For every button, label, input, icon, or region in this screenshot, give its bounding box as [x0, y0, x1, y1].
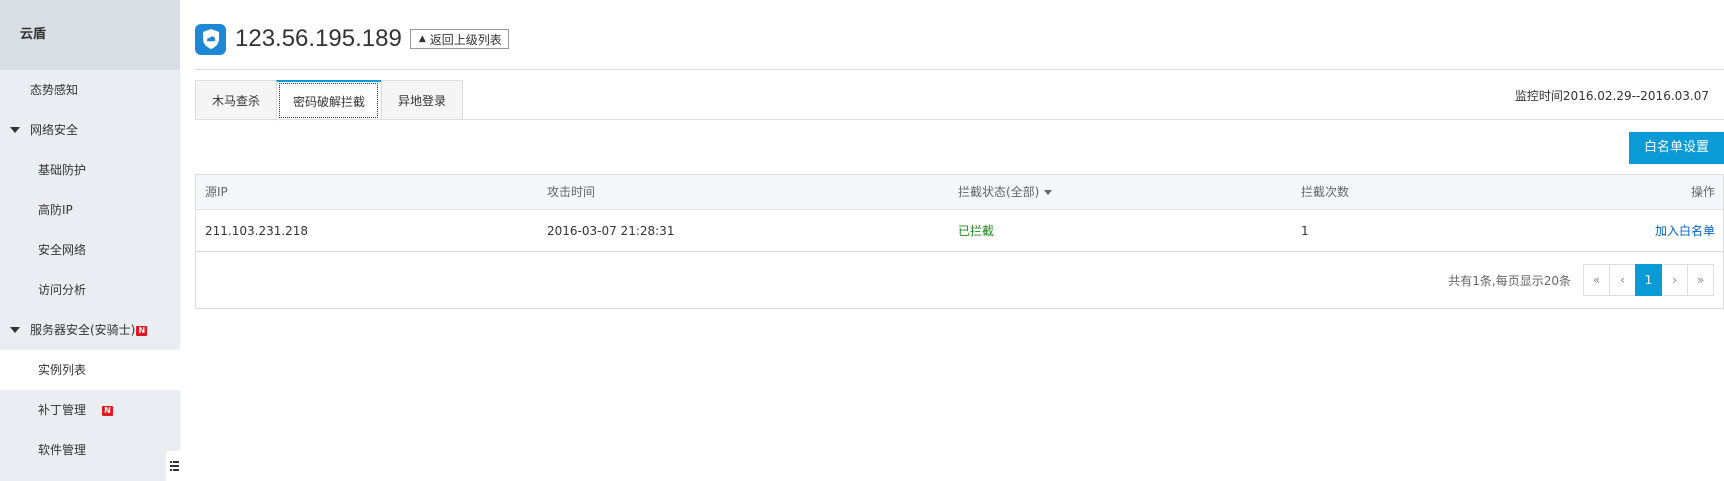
page-title: 123.56.195.189 — [235, 25, 402, 52]
sidebar-item-label: 软件管理 — [38, 443, 87, 457]
sidebar-item-patch-management[interactable]: 补丁管理 N — [0, 390, 180, 430]
sidebar-item-label: 基础防护 — [38, 163, 87, 177]
tab-bar: 木马查杀 密码破解拦截 异地登录 — [195, 80, 464, 121]
column-header-source-ip: 源IP — [205, 185, 228, 199]
sidebar: 云盾 态势感知 网络安全 基础防护 高防IP 安全网络 访问分析 服务器安全(安… — [0, 0, 180, 481]
sidebar-item-label: 服务器安全(安骑士) — [30, 323, 136, 337]
sidebar-item-access-analysis[interactable]: 访问分析 — [0, 270, 180, 310]
collapse-bar — [170, 469, 172, 471]
sidebar-item-situation-awareness[interactable]: 态势感知 — [0, 70, 180, 110]
pagination-row: 共有1条,每页显示20条 « ‹ 1 › » — [196, 252, 1723, 308]
sidebar-item-label: 高防IP — [38, 203, 73, 217]
intercept-table: 源IP 攻击时间 拦截状态(全部) 拦截次数 操作 211.103.231.21… — [195, 174, 1724, 309]
sidebar-item-software-management[interactable]: 软件管理 — [0, 430, 180, 470]
sidebar-item-label: 补丁管理 — [38, 403, 87, 417]
sidebar-item-label: 态势感知 — [30, 83, 79, 97]
cell-source-ip: 211.103.231.218 — [205, 224, 309, 238]
table-row: 211.103.231.218 2016-03-07 21:28:31 已拦截 … — [196, 210, 1723, 252]
pagination-summary: 共有1条,每页显示20条 — [1448, 274, 1571, 288]
sidebar-item-label: 网络安全 — [30, 123, 79, 137]
back-to-list-button[interactable]: ▲ 返回上级列表 — [409, 29, 509, 49]
sidebar-item-label: 访问分析 — [38, 283, 87, 297]
caret-down-icon — [10, 327, 20, 333]
add-to-whitelist-link[interactable]: 加入白名单 — [1655, 210, 1715, 252]
pagination: « ‹ 1 › » — [1583, 264, 1714, 296]
page-1-button[interactable]: 1 — [1635, 264, 1662, 296]
sidebar-collapse-icon[interactable] — [166, 451, 180, 481]
sidebar-item-secure-network[interactable]: 安全网络 — [0, 230, 180, 270]
caret-down-icon — [1044, 190, 1053, 195]
cell-status: 已拦截 — [958, 224, 995, 238]
cell-attack-time: 2016-03-07 21:28:31 — [547, 224, 675, 238]
up-arrow-icon: ▲ — [418, 34, 426, 44]
main-content: 123.56.195.189 ▲ 返回上级列表 木马查杀 密码破解拦截 异地登录… — [180, 0, 1724, 481]
next-page-button[interactable]: › — [1661, 264, 1688, 296]
collapse-bar — [170, 465, 179, 467]
last-page-button[interactable]: » — [1687, 264, 1714, 296]
back-button-label: 返回上级列表 — [429, 32, 502, 47]
new-badge-icon: N — [136, 325, 148, 336]
cell-count: 1 — [1301, 224, 1309, 238]
sidebar-item-high-defense-ip[interactable]: 高防IP — [0, 190, 180, 230]
column-header-status: 拦截状态(全部) — [958, 185, 1040, 199]
column-header-attack-time: 攻击时间 — [547, 185, 596, 199]
tab-password-crack-block[interactable]: 密码破解拦截 — [276, 80, 382, 121]
caret-down-icon — [10, 127, 20, 133]
sidebar-group-server-security[interactable]: 服务器安全(安骑士) N — [0, 310, 180, 350]
first-page-button[interactable]: « — [1583, 264, 1610, 296]
sidebar-header: 云盾 — [0, 0, 180, 70]
column-header-action: 操作 — [1690, 185, 1715, 199]
column-header-count: 拦截次数 — [1301, 185, 1350, 199]
sidebar-item-label: 安全网络 — [38, 243, 87, 257]
whitelist-settings-button[interactable]: 白名单设置 — [1629, 132, 1724, 164]
monitor-time: 监控时间2016.02.29--2016.03.07 — [1514, 89, 1709, 103]
collapse-bar — [173, 461, 179, 463]
collapse-bar — [173, 469, 179, 471]
title-divider — [195, 69, 1724, 70]
title-row: 123.56.195.189 ▲ 返回上级列表 — [195, 22, 509, 56]
sidebar-item-instance-list[interactable]: 实例列表 — [0, 350, 180, 390]
sidebar-item-basic-protection[interactable]: 基础防护 — [0, 150, 180, 190]
shield-icon — [195, 23, 226, 55]
tab-trojan-scan[interactable]: 木马查杀 — [195, 80, 277, 120]
sidebar-item-label: 实例列表 — [38, 363, 87, 377]
sidebar-group-network-security[interactable]: 网络安全 — [0, 110, 180, 150]
tabs-divider — [195, 119, 1724, 120]
tab-remote-login[interactable]: 异地登录 — [381, 80, 464, 120]
new-badge-icon: N — [102, 405, 114, 416]
collapse-bar — [170, 461, 172, 463]
status-filter-dropdown[interactable]: 拦截状态(全部) — [958, 175, 1053, 210]
prev-page-button[interactable]: ‹ — [1609, 264, 1636, 296]
table-header: 源IP 攻击时间 拦截状态(全部) 拦截次数 操作 — [196, 175, 1723, 210]
